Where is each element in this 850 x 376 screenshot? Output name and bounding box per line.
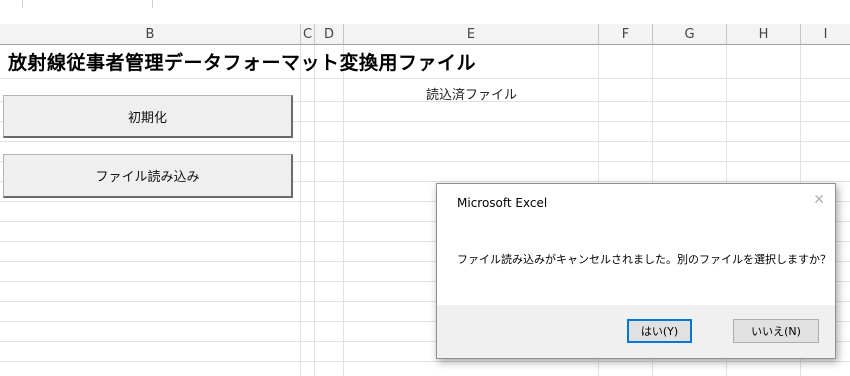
gridline: [0, 361, 850, 362]
formula-bar-area: [0, 0, 850, 24]
dialog-message: ファイル読み込みがキャンセルされました。別のファイルを選択しますか？: [457, 253, 831, 266]
column-header-f[interactable]: F: [599, 24, 653, 45]
gridline: [0, 78, 850, 79]
column-header-b[interactable]: B: [0, 24, 301, 45]
load-file-button[interactable]: ファイル読み込み: [3, 154, 293, 198]
dialog-footer: はい(Y) いいえ(N): [437, 305, 835, 358]
initialize-button[interactable]: 初期化: [3, 95, 293, 138]
confirm-dialog: Microsoft Excel ✕ ファイル読み込みがキャンセルされました。別の…: [436, 183, 836, 359]
column-header-c[interactable]: C: [301, 24, 315, 45]
column-header-g[interactable]: G: [653, 24, 727, 45]
gridline: [0, 141, 850, 142]
sheet-title: 放射線従事者管理データフォーマット変換用ファイル: [8, 52, 477, 74]
column-header-e[interactable]: E: [344, 24, 599, 45]
loaded-files-label: 読込済ファイル: [425, 88, 517, 103]
column-header-d[interactable]: D: [315, 24, 344, 45]
gridline: [300, 45, 301, 376]
divider: [152, 0, 153, 8]
yes-button[interactable]: はい(Y): [627, 319, 692, 343]
no-button[interactable]: いいえ(N): [733, 319, 819, 343]
column-header-h[interactable]: H: [727, 24, 801, 45]
spreadsheet: B C D E F G H I 放射線従事者管理データフォーマット変換用ファイル…: [0, 0, 850, 376]
column-header-i[interactable]: I: [801, 24, 850, 45]
close-icon[interactable]: ✕: [813, 192, 825, 208]
gridline: [314, 45, 315, 376]
divider: [22, 0, 23, 8]
dialog-title: Microsoft Excel: [457, 196, 548, 210]
